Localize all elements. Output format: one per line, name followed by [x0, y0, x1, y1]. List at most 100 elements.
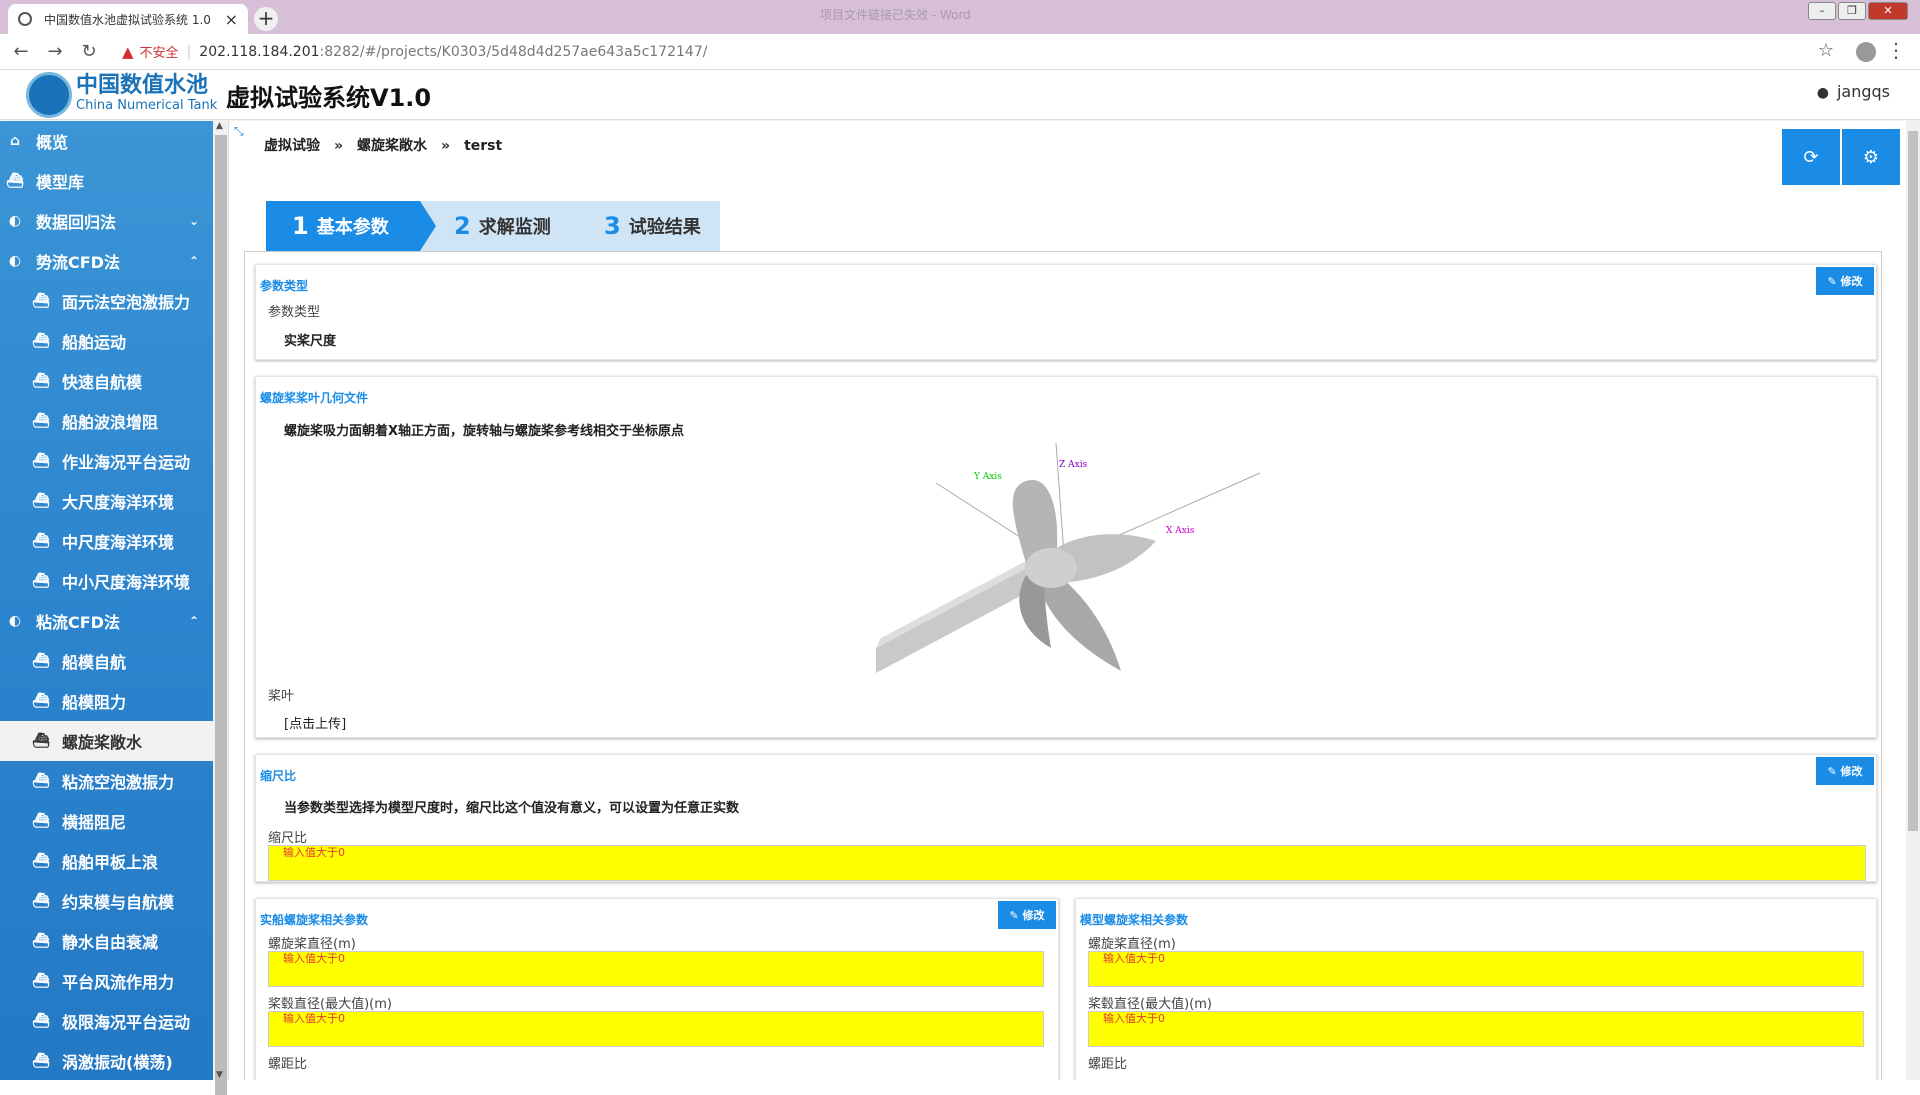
sidebar-item[interactable]: ◐ 势流CFD法 ⌃: [0, 241, 213, 281]
browser-tab[interactable]: 中国数值水池虚拟试验系统 1.0 ×: [8, 4, 248, 34]
chevron-icon[interactable]: ⌃: [189, 614, 199, 628]
warning-icon[interactable]: ▲: [122, 43, 134, 61]
sidebar-item[interactable]: ⌂ 概览: [0, 121, 213, 161]
real-diameter-input[interactable]: 输入值大于0: [268, 951, 1044, 987]
profile-avatar[interactable]: [1856, 42, 1876, 62]
back-icon[interactable]: ←: [8, 41, 34, 62]
sidebar-item[interactable]: ◐ 数据回归法 ⌄: [0, 201, 213, 241]
model-hub-input[interactable]: 输入值大于0: [1088, 1011, 1864, 1047]
validation-hint: 输入值大于0: [1103, 952, 1165, 965]
geometry-note: 螺旋桨吸力面朝着X轴正方面，旋转轴与螺旋桨参考线相交于坐标原点: [284, 424, 685, 439]
step-results[interactable]: 3 试验结果: [570, 201, 720, 251]
sidebar-item[interactable]: ⛴ 船模自航: [0, 641, 213, 681]
real-hub-input[interactable]: 输入值大于0: [268, 1011, 1044, 1047]
sidebar-item-label: 螺旋桨敞水: [62, 733, 143, 752]
upload-link[interactable]: [点击上传]: [284, 713, 346, 732]
step-basic-params[interactable]: 1 基本参数: [266, 201, 436, 251]
sidebar-item[interactable]: ⛴ 平台风流作用力: [0, 961, 213, 1001]
propeller-3d-viewer[interactable]: Y Axis Z Axis X Axis: [876, 443, 1276, 693]
security-label[interactable]: 不安全: [140, 42, 179, 61]
logo-emblem-icon: [26, 72, 72, 118]
sidebar-item[interactable]: ⛴ 作业海况平台运动: [0, 441, 213, 481]
sidebar-item-label: 作业海况平台运动: [62, 453, 191, 472]
validation-hint: 输入值大于0: [283, 1012, 345, 1025]
page-scroll-thumb[interactable]: [1908, 131, 1918, 831]
sidebar-item[interactable]: ⛴ 横摇阻尼: [0, 801, 213, 841]
collapse-sidebar-icon[interactable]: ⤡: [234, 124, 244, 139]
scroll-up-icon[interactable]: ▲: [216, 121, 223, 131]
app-title: 虚拟试验系统V1.0: [226, 84, 432, 112]
sidebar-item[interactable]: ⛴ 中尺度海洋环境: [0, 521, 213, 561]
breadcrumb-separator: »: [441, 138, 451, 154]
param-type-card: 参数类型 ✎ 修改 参数类型 实桨尺度: [255, 264, 1877, 360]
model-diameter-input[interactable]: 输入值大于0: [1088, 951, 1864, 987]
browser-menu-icon[interactable]: ⋮: [1886, 38, 1906, 62]
card-title: 参数类型: [260, 279, 309, 293]
page-scrollbar[interactable]: [1906, 121, 1920, 1080]
breadcrumb-item[interactable]: 虚拟试验: [264, 138, 320, 154]
window-close-icon[interactable]: ✕: [1868, 2, 1908, 20]
brand-name-en: China Numerical Tank: [76, 98, 218, 113]
edit-button[interactable]: ✎ 修改: [998, 901, 1056, 929]
scroll-down-icon[interactable]: ▼: [216, 1070, 223, 1080]
sidebar-item[interactable]: ⛴ 涡激振动(横荡): [0, 1041, 213, 1080]
sidebar-item[interactable]: ⛴ 大尺度海洋环境: [0, 481, 213, 521]
sidebar-item[interactable]: ⛴ 约束模与自航模: [0, 881, 213, 921]
minimize-icon[interactable]: –: [1808, 2, 1836, 20]
sidebar-item[interactable]: ⛴ 模型库: [0, 161, 213, 201]
edit-icon: ✎: [1827, 764, 1841, 778]
address-separator: |: [186, 43, 192, 60]
sidebar-item-label: 概览: [36, 133, 69, 152]
edit-button[interactable]: ✎ 修改: [1816, 757, 1874, 785]
scale-input[interactable]: 输入值大于0: [268, 845, 1866, 881]
tab-close-icon[interactable]: ×: [225, 10, 238, 29]
gear-icon: ⚙: [1862, 146, 1880, 168]
chevron-icon[interactable]: ⌃: [189, 254, 199, 268]
forward-icon[interactable]: →: [42, 41, 68, 62]
user-menu[interactable]: ● jangqs: [1817, 82, 1890, 101]
refresh-button[interactable]: ⟳: [1782, 129, 1840, 185]
sidebar-item[interactable]: ⛴ 船舶波浪增阻: [0, 401, 213, 441]
scale-card: 缩尺比 ✎ 修改 当参数类型选择为模型尺度时，缩尺比这个值没有意义，可以设置为任…: [255, 754, 1877, 882]
edit-icon: ✎: [1827, 274, 1841, 288]
ship-icon: ⛴: [32, 573, 50, 589]
sidebar-item[interactable]: ⛴ 船舶甲板上浪: [0, 841, 213, 881]
bookmark-star-icon[interactable]: ☆: [1818, 40, 1834, 61]
sidebar-item[interactable]: ⛴ 快速自航模: [0, 361, 213, 401]
breadcrumb-item[interactable]: 螺旋桨敞水: [357, 138, 427, 154]
sidebar-item[interactable]: ⛴ 螺旋桨敞水: [0, 721, 213, 761]
ship-icon: ⛴: [32, 733, 50, 749]
sidebar-item[interactable]: ◐ 粘流CFD法 ⌃: [0, 601, 213, 641]
app-header: 中国数值水池 China Numerical Tank 虚拟试验系统V1.0 ●…: [0, 70, 1920, 120]
edit-button[interactable]: ✎ 修改: [1816, 267, 1874, 295]
sidebar-item[interactable]: ⛴ 面元法空泡激振力: [0, 281, 213, 321]
main-content: 虚拟试验 » 螺旋桨敞水 » terst ⟳ ⚙ 1 基本参数 2 求解监测 3 试验结果 参…: [230, 121, 1906, 1080]
new-tab-button[interactable]: +: [254, 7, 278, 31]
dashboard-icon: ◐: [8, 613, 22, 629]
settings-button[interactable]: ⚙: [1842, 129, 1900, 185]
sidebar-item-label: 面元法空泡激振力: [62, 293, 191, 312]
sidebar-scroll-thumb[interactable]: [215, 135, 227, 1095]
ship-icon: ⛴: [32, 693, 50, 709]
sidebar-item-label: 中小尺度海洋环境: [62, 573, 191, 592]
url-field[interactable]: 202.118.184.201:8282/#/projects/K0303/5d…: [199, 44, 707, 60]
sidebar-scrollbar[interactable]: ▲ ▼: [213, 121, 229, 1095]
ship-icon: ⛴: [32, 453, 50, 469]
sidebar-item[interactable]: ⛴ 中小尺度海洋环境: [0, 561, 213, 601]
maximize-icon[interactable]: ❐: [1838, 2, 1866, 20]
step-number: 1: [292, 212, 309, 240]
step-solve-monitor[interactable]: 2 求解监测: [420, 201, 586, 251]
ship-icon: ⛴: [32, 373, 50, 389]
reload-icon[interactable]: ↻: [76, 41, 102, 62]
sidebar-item[interactable]: ⛴ 粘流空泡激振力: [0, 761, 213, 801]
sidebar-item[interactable]: ⛴ 船舶运动: [0, 321, 213, 361]
sidebar-item[interactable]: ⛴ 极限海况平台运动: [0, 1001, 213, 1041]
sidebar-item-label: 约束模与自航模: [62, 893, 175, 912]
chevron-icon[interactable]: ⌄: [189, 214, 199, 228]
sidebar-item-label: 船模阻力: [62, 693, 127, 712]
sidebar-item[interactable]: ⛴ 静水自由衰减: [0, 921, 213, 961]
tab-title: 中国数值水池虚拟试验系统 1.0: [44, 12, 211, 27]
user-icon: ●: [1816, 85, 1829, 101]
sidebar-item[interactable]: ⛴ 船模阻力: [0, 681, 213, 721]
sidebar-item-label: 横摇阻尼: [62, 813, 127, 832]
